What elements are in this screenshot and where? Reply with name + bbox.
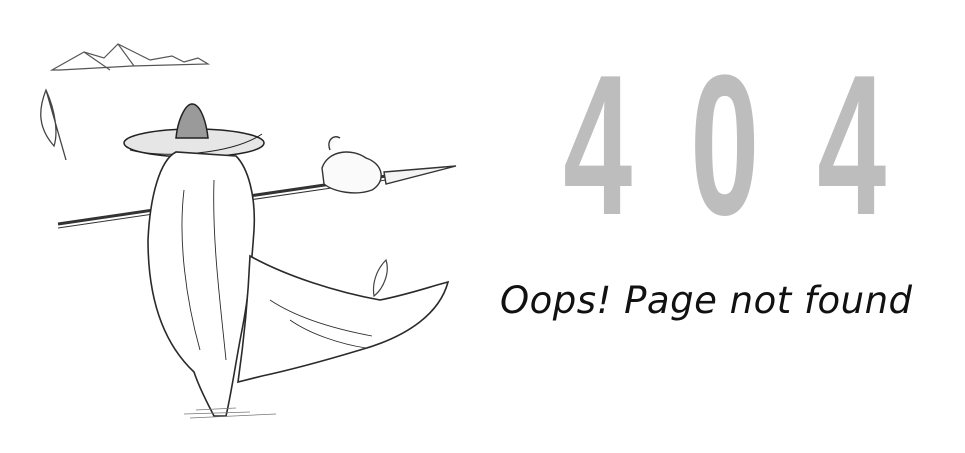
leaf-sketch xyxy=(40,88,67,161)
small-leaf-sketch xyxy=(372,258,388,298)
ground-shadow xyxy=(183,407,277,419)
error-code-digit: 4 xyxy=(563,34,633,257)
error-code-digit: 4 xyxy=(817,34,887,257)
error-code: 4 0 4 xyxy=(545,34,895,257)
not-found-message: Oops! Page not found xyxy=(500,279,913,322)
mountains-sketch xyxy=(49,43,211,71)
hat-sketch xyxy=(123,103,265,158)
bundle-sketch xyxy=(321,136,382,194)
wanderer-illustration xyxy=(40,43,457,419)
spear-sketch xyxy=(57,165,457,229)
cloak-sketch xyxy=(147,151,450,417)
error-code-digit: 0 xyxy=(690,34,760,257)
